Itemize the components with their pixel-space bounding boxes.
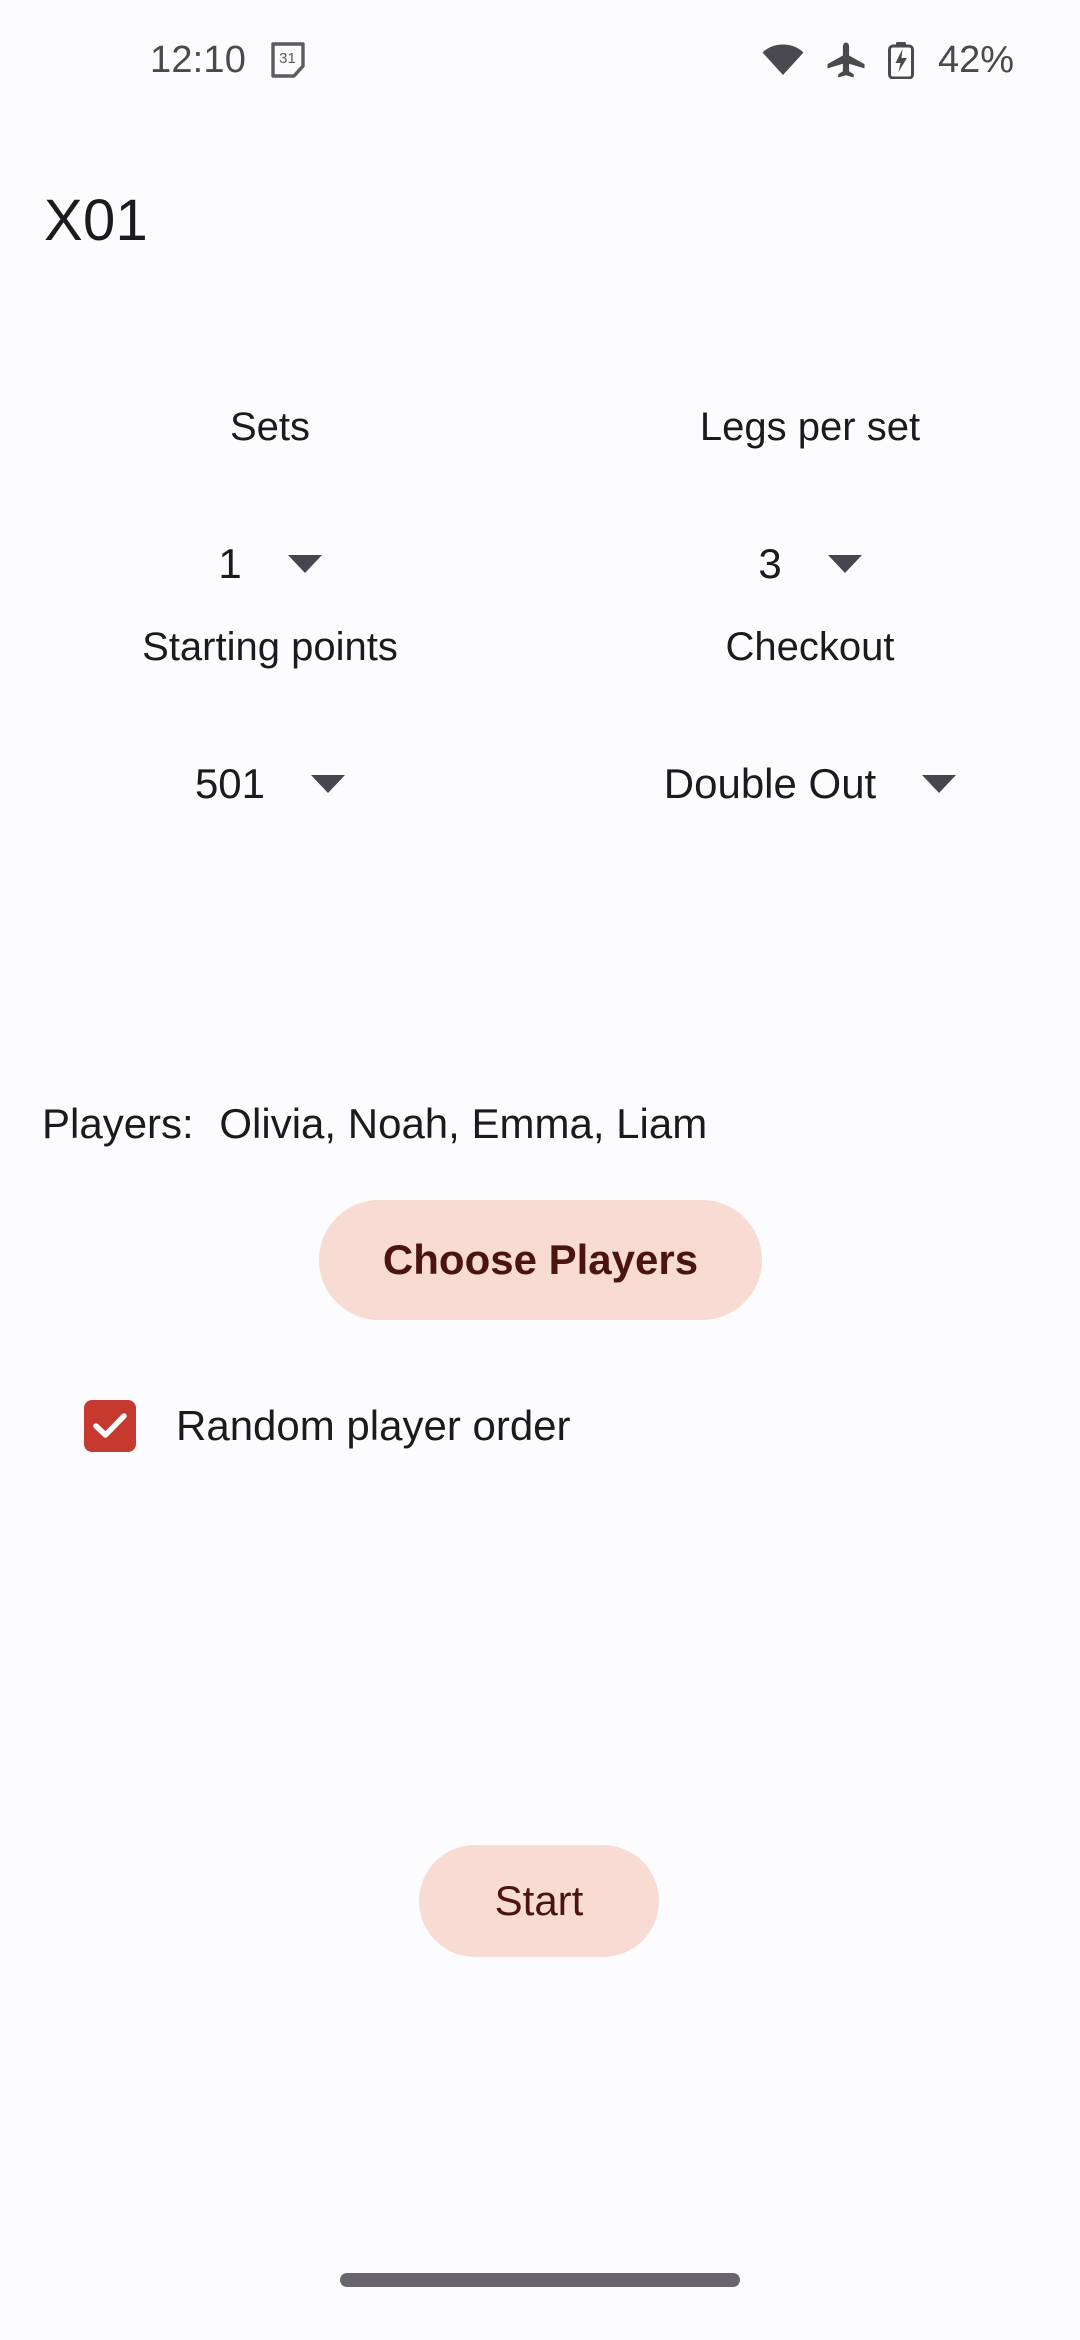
- checkout-label: Checkout: [725, 625, 895, 669]
- starting-points-label: Starting points: [142, 625, 398, 669]
- svg-text:31: 31: [279, 50, 296, 67]
- airplane-mode-icon: [826, 42, 866, 78]
- wifi-icon: [762, 44, 804, 76]
- sets-dropdown-cell: 1: [0, 540, 540, 588]
- checkout-label-cell: Checkout: [540, 625, 1080, 670]
- app-screen: 12:10 31 42% X01 Sets Legs per set 1 3 S…: [0, 0, 1080, 2340]
- sets-label-cell: Sets: [0, 405, 540, 450]
- home-indicator[interactable]: [340, 2273, 740, 2287]
- chevron-down-icon: [922, 775, 957, 793]
- choose-players-button[interactable]: Choose Players: [319, 1200, 762, 1320]
- sets-label: Sets: [229, 405, 311, 449]
- battery-charging-icon: [887, 41, 914, 79]
- battery-percent-label: 42%: [937, 38, 1014, 81]
- starting-points-dropdown-cell: 501: [0, 760, 540, 808]
- settings-row-1-labels: Sets Legs per set: [0, 405, 1080, 450]
- chevron-down-icon: [311, 775, 346, 793]
- legs-per-set-value: 3: [758, 540, 782, 587]
- settings-row-2-values: 501 Double Out: [0, 760, 1080, 808]
- status-bar-clock: 12:10: [150, 38, 247, 81]
- random-player-order-row[interactable]: Random player order: [84, 1400, 571, 1452]
- random-order-label: Random player order: [176, 1402, 571, 1449]
- random-order-checkbox[interactable]: [84, 1400, 136, 1452]
- legs-dropdown-cell: 3: [540, 540, 1080, 588]
- sets-value: 1: [218, 540, 242, 587]
- chevron-down-icon: [827, 555, 862, 573]
- settings-row-1-values: 1 3: [0, 540, 1080, 588]
- legs-label-cell: Legs per set: [540, 405, 1080, 450]
- players-names: Olivia, Noah, Emma, Liam: [219, 1100, 708, 1147]
- starting-points-value: 501: [194, 760, 266, 807]
- calendar-31-icon: 31: [270, 41, 306, 79]
- checkout-dropdown[interactable]: Double Out: [663, 760, 957, 808]
- checkout-value: Double Out: [663, 760, 877, 807]
- players-label: Players:: [42, 1100, 194, 1147]
- checkout-dropdown-cell: Double Out: [540, 760, 1080, 808]
- legs-per-set-label: Legs per set: [699, 405, 921, 449]
- status-bar: 12:10 31 42%: [0, 0, 1080, 120]
- players-summary: Players: Olivia, Noah, Emma, Liam: [42, 1100, 707, 1148]
- legs-per-set-dropdown[interactable]: 3: [758, 540, 862, 588]
- status-bar-left: 12:10 31: [150, 39, 306, 82]
- settings-row-2-labels: Starting points Checkout: [0, 625, 1080, 670]
- start-button[interactable]: Start: [419, 1845, 659, 1957]
- status-bar-right: 42%: [762, 39, 1036, 82]
- starting-points-dropdown[interactable]: 501: [194, 760, 346, 808]
- sets-dropdown[interactable]: 1: [218, 540, 322, 588]
- chevron-down-icon: [287, 555, 322, 573]
- page-title: X01: [44, 188, 149, 253]
- starting-points-label-cell: Starting points: [0, 625, 540, 670]
